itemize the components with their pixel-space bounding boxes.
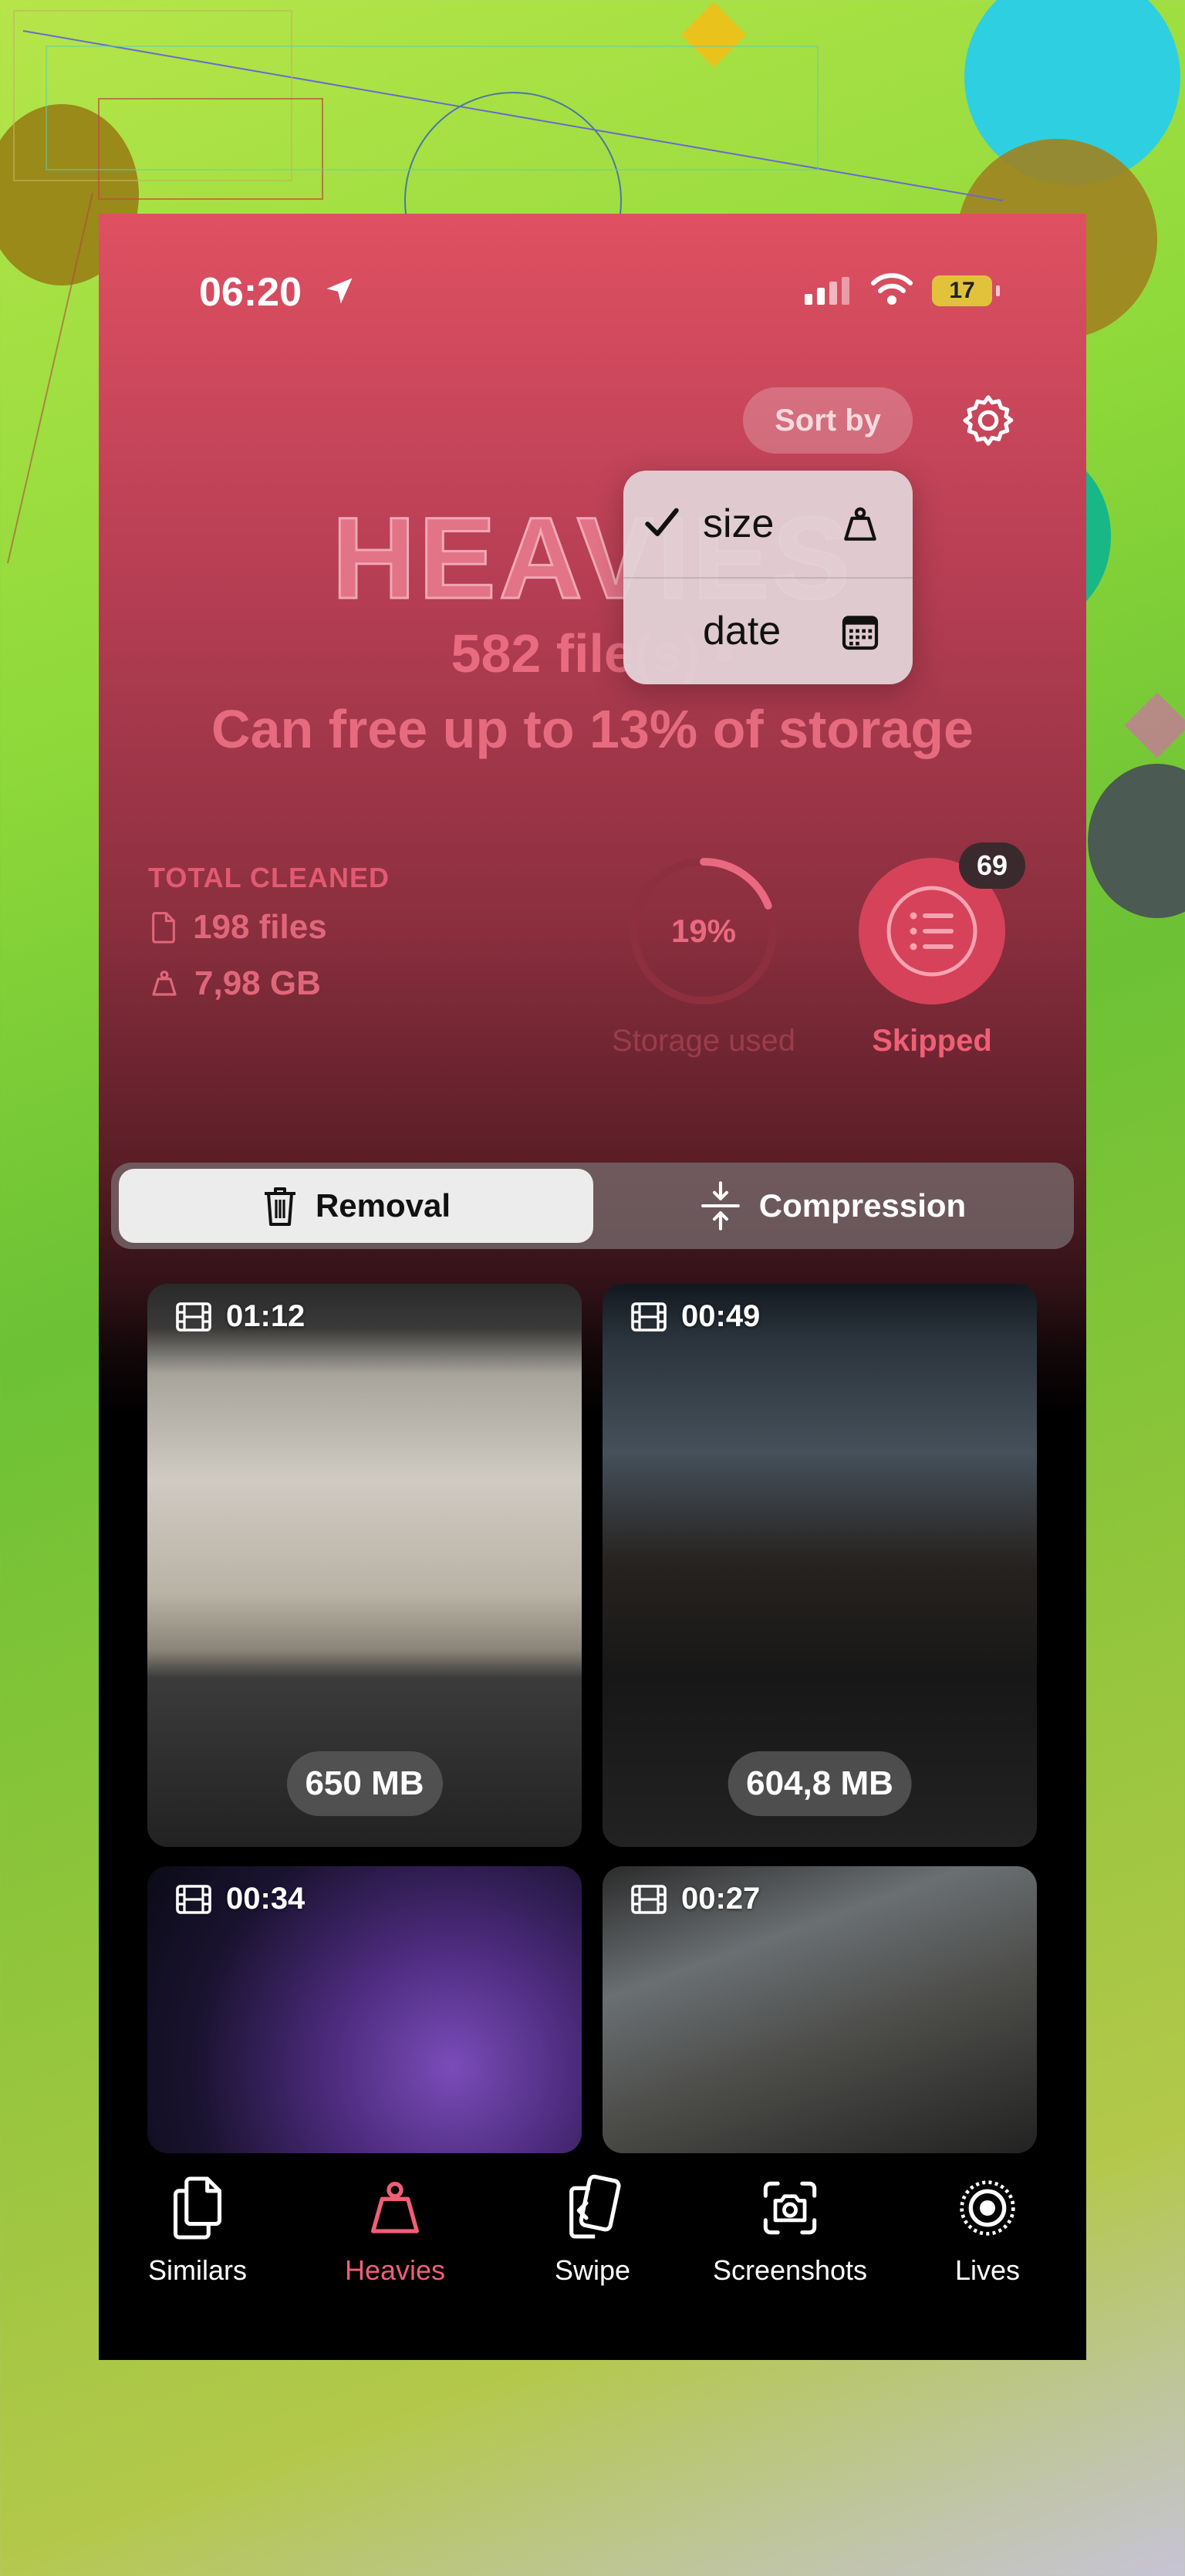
- tab-heavies[interactable]: Heavies: [296, 2154, 494, 2324]
- status-time: 06:20: [199, 270, 302, 315]
- app-screen: 06:20 17 Sort by HEAVIES 582 file(s) • C…: [99, 214, 1086, 2360]
- media-card[interactable]: 00:49 604,8 MB: [603, 1284, 1037, 1847]
- gear-icon: [963, 395, 1014, 446]
- location-arrow-icon: [326, 278, 353, 304]
- weight-icon: [371, 2181, 419, 2233]
- page-title: HEAVIES: [331, 492, 853, 624]
- sort-menu: size date: [623, 471, 913, 684]
- cellular-signal-icon: [805, 277, 849, 305]
- tab-bar: Similars Heavies Swipe Screenshots Lives: [99, 2154, 1086, 2360]
- battery-indicator: 17: [932, 275, 1000, 306]
- film-icon: [176, 1884, 211, 1914]
- live-photo-icon: [960, 2180, 1015, 2236]
- files-summary: 582 file(s) •: [451, 623, 734, 684]
- sort-option-size[interactable]: size: [623, 471, 913, 579]
- duration-text: 00:34: [226, 1882, 306, 1916]
- tab-label: Similars: [147, 2254, 247, 2286]
- film-icon: [176, 1302, 211, 1332]
- file-icon: [152, 912, 175, 944]
- video-duration: 01:12: [175, 1299, 305, 1334]
- trash-icon: [264, 1187, 295, 1226]
- tab-removal[interactable]: Removal: [119, 1169, 593, 1243]
- sort-by-button[interactable]: Sort by: [743, 387, 913, 454]
- settings-button[interactable]: [955, 387, 1021, 454]
- swipe-cards-icon: [569, 2174, 621, 2239]
- weight-icon: [152, 971, 177, 996]
- screenshot-camera-icon: [763, 2181, 817, 2235]
- sort-option-label: size: [703, 501, 775, 546]
- calendar-icon: [842, 616, 879, 650]
- cleaned-size-row: 7,98 GB: [148, 964, 321, 1003]
- tab-label: Swipe: [554, 2254, 631, 2286]
- cleaned-files-count: 198 files: [193, 908, 327, 946]
- sort-option-date[interactable]: date: [623, 578, 913, 684]
- media-card[interactable]: 00:34: [147, 1866, 582, 2153]
- documents-icon: [173, 2176, 222, 2240]
- media-card[interactable]: 00:27: [603, 1866, 1037, 2153]
- skipped-label: Skipped: [872, 1024, 992, 1058]
- file-size-badge: 650 MB: [286, 1751, 443, 1816]
- sort-option-label: date: [703, 609, 782, 653]
- tab-label: Lives: [954, 2254, 1021, 2286]
- storage-percent: 19%: [670, 913, 737, 949]
- video-duration: 00:27: [630, 1882, 760, 1916]
- tab-similars[interactable]: Similars: [99, 2154, 296, 2324]
- list-icon: [886, 886, 977, 977]
- tab-swipe[interactable]: Swipe: [494, 2154, 691, 2324]
- tab-lives[interactable]: Lives: [889, 2154, 1086, 2324]
- tab-label: Screenshots: [712, 2254, 868, 2286]
- total-cleaned-label: TOTAL CLEANED: [148, 862, 390, 893]
- tab-compression-label: Compression: [758, 1187, 967, 1224]
- video-duration: 00:34: [175, 1882, 305, 1916]
- mode-segmented-control: Removal Compression: [111, 1163, 1074, 1249]
- duration-text: 00:27: [681, 1882, 761, 1916]
- tab-compression[interactable]: Compression: [599, 1169, 1066, 1243]
- background-diamond: [1124, 692, 1185, 758]
- storage-summary: Can free up to 13% of storage: [211, 699, 974, 759]
- checkmark-icon: [645, 508, 679, 537]
- tab-label: Heavies: [344, 2254, 446, 2286]
- compress-icon: [701, 1181, 740, 1231]
- wifi-icon: [871, 273, 913, 305]
- cleaned-size-value: 7,98 GB: [194, 964, 321, 1002]
- duration-text: 00:49: [681, 1299, 761, 1333]
- film-icon: [631, 1302, 667, 1332]
- background-circle: [1088, 764, 1185, 918]
- storage-used-label: Storage used: [612, 1024, 795, 1058]
- tab-screenshots[interactable]: Screenshots: [691, 2154, 889, 2324]
- film-icon: [631, 1884, 667, 1914]
- duration-text: 01:12: [226, 1299, 306, 1333]
- weight-icon: [844, 507, 876, 541]
- media-card[interactable]: 01:12 650 MB: [147, 1284, 582, 1847]
- cleaned-files-row: 198 files: [148, 908, 327, 947]
- file-size-badge: 604,8 MB: [728, 1751, 912, 1816]
- tab-removal-label: Removal: [315, 1187, 451, 1224]
- skipped-count-badge: 69: [959, 842, 1025, 889]
- video-duration: 00:49: [630, 1299, 760, 1334]
